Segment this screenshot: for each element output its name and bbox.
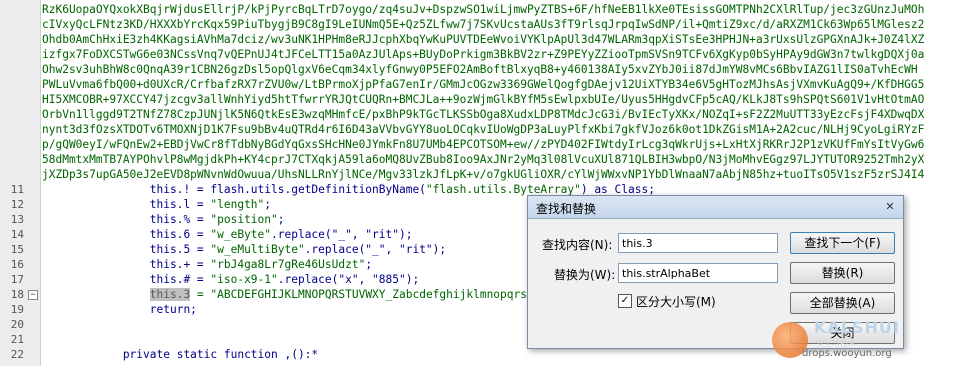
code-text: PWLuVvma6fbQ00+d0UXcR/CrfbafzRX7rZVU0w/L…: [42, 78, 925, 91]
code-text: return;: [42, 302, 197, 317]
dialog-titlebar[interactable]: 查找和替换 ✕: [528, 196, 903, 219]
replace-all-button[interactable]: 全部替换(A): [790, 292, 895, 314]
code-text: HI5XMCOBR+97XCCY47jzcgv3allWnhYiyd5htTfw…: [42, 93, 925, 106]
code-line: OrbVn1llggd9T2TNfZ78CzpJUNjlK5N6QtkEsE3w…: [0, 107, 962, 122]
code-text: this.l = "length";: [42, 197, 271, 212]
code-segment: this.+ =: [42, 258, 211, 271]
code-text: Ohw2sv3uhBhW8c0QnqA39r1CBN26gzDsl5opQlgx…: [42, 63, 918, 76]
find-input[interactable]: this.3: [618, 233, 778, 253]
string-literal: = "ABCDEFGHIJKLMNOPQRSTUVWXY_Zabcdefghij…: [190, 288, 534, 301]
code-text: cIVxyQcLFNtz3KD/HXXXbYrcKqx59PiuTbygjB9C…: [42, 18, 925, 31]
code-text: p/gQW0eyI/wFQnEw2+EBDjVwCr8fTdbNyBGdYqGx…: [42, 138, 925, 151]
code-text: 58dMmtxMmTB7AYPOhvlP8wMgjdkPh+KY4cprJ7CT…: [42, 153, 925, 166]
code-line: nynt3d3fOzsXTDOTv6TMOXNjD1K7Fsu9bBv4uQTR…: [0, 122, 962, 137]
code-segment: this.l =: [42, 198, 211, 211]
code-line: izfgx7FoDXCSTwG6e03NCssVnq7vQEPnUJ4tJFCe…: [0, 47, 962, 62]
line-number: 11: [10, 183, 24, 196]
code-text: private static function ,():*: [42, 347, 318, 362]
string-literal: "w_eByte": [210, 228, 272, 241]
code-text: izfgx7FoDXCSTwG6e03NCssVnq7vQEPnUJ4tJFCe…: [42, 48, 925, 61]
string-literal: "length": [210, 198, 265, 211]
replace-input[interactable]: this.strAlphaBet: [618, 263, 778, 283]
code-segment: this.# =: [42, 273, 211, 286]
line-number: 20: [10, 318, 24, 331]
replace-label: 替换为(W):: [554, 268, 616, 282]
close-icon[interactable]: ✕: [882, 199, 898, 214]
code-segment: this.% =: [42, 213, 211, 226]
watermark-url: drops.wooyun.org: [802, 348, 892, 359]
code-text: Ohdb0AmChHxiE3zh4KKagsiAVhMa7dciz/wv3uNK…: [42, 33, 925, 46]
code-line: RzK6UopaOYQxokXBqjrWjdusEllrjP/kPjPyrcBq…: [0, 2, 962, 17]
watermark-brand: KALSHUI: [814, 318, 900, 337]
string-literal: "position": [210, 213, 278, 226]
string-literal: "w_eMultiByte": [210, 243, 305, 256]
string-literal: "rbJ4ga8Lr7gRe46UsUdzt": [210, 258, 366, 271]
line-number: 17: [10, 273, 24, 286]
fold-toggle-icon[interactable]: −: [28, 290, 38, 300]
code-text: this.6 = "w_eByte".replace("_", "rit");: [42, 227, 413, 242]
line-number: 12: [10, 198, 24, 211]
code-text: this.3 = "ABCDEFGHIJKLMNOPQRSTUVWXY_Zabc…: [42, 287, 534, 302]
find-label: 查找内容(N):: [542, 238, 613, 252]
code-segment: ;: [277, 213, 285, 226]
code-line: PWLuVvma6fbQ00+d0UXcR/CrfbafzRX7rZVU0w/L…: [0, 77, 962, 92]
replace-button[interactable]: 替换(R): [790, 262, 895, 284]
match-case-checkbox[interactable]: ✓: [618, 294, 632, 308]
code-text: this.+ = "rbJ4ga8Lr7gRe46UsUdzt";: [42, 257, 372, 272]
code-line: jXZDp3s7upGA50eJ2eEVD8pWNvnWdOwuua/UhsNL…: [0, 167, 962, 182]
selected-text: this.3: [149, 288, 191, 301]
code-segment: .replace("x", "885");: [277, 273, 420, 286]
string-literal: "iso-x9-1": [210, 273, 278, 286]
code-line: 58dMmtxMmTB7AYPOhvlP8wMgjdkPh+KY4cprJ7CT…: [0, 152, 962, 167]
dialog-title: 查找和替换: [536, 202, 597, 216]
line-number: 14: [10, 228, 24, 241]
line-number: 19: [10, 303, 24, 316]
line-number: 22: [10, 348, 24, 361]
code-text: jXZDp3s7upGA50eJ2eEVD8pWNvnWdOwuua/UhsNL…: [42, 168, 925, 181]
code-segment: return;: [42, 303, 197, 316]
code-text: this.5 = "w_eMultiByte".replace("_", "ri…: [42, 242, 446, 257]
find-next-button[interactable]: 查找下一个(F): [790, 232, 895, 254]
code-text: this.# = "iso-x9-1".replace("x", "885");: [42, 272, 419, 287]
code-segment: this.! = flash.utils.getDefinitionByName…: [42, 183, 426, 196]
code-segment: .replace("_", "rit");: [304, 243, 447, 256]
match-case-label: 区分大小写(M): [636, 295, 716, 309]
code-segment: this.5 =: [42, 243, 211, 256]
code-text: RzK6UopaOYQxokXBqjrWjdusEllrjP/kPjPyrcBq…: [42, 3, 925, 16]
line-number: 18: [10, 288, 24, 301]
code-text: this.% = "position";: [42, 212, 285, 227]
code-text: nynt3d3fOzsXTDOTv6TMOXNjD1K7Fsu9bBv4uQTR…: [42, 123, 925, 136]
code-segment: private static function ,():*: [42, 348, 319, 361]
code-segment: ;: [365, 258, 373, 271]
code-line: HI5XMCOBR+97XCCY47jzcgv3allWnhYiyd5htTfw…: [0, 92, 962, 107]
line-number: 21: [10, 333, 24, 346]
code-segment: ;: [264, 198, 272, 211]
code-line: Ohw2sv3uhBhW8c0QnqA39r1CBN26gzDsl5opQlgx…: [0, 62, 962, 77]
line-number: 15: [10, 243, 24, 256]
code-line: Ohdb0AmChHxiE3zh4KKagsiAVhMa7dciz/wv3uNK…: [0, 32, 962, 47]
watermark: KALSHUI 安全与技术 drops.wooyun.org: [772, 312, 952, 362]
code-segment: .replace("_", "rit");: [271, 228, 413, 241]
code-segment: this.6 =: [42, 228, 211, 241]
code-line: cIVxyQcLFNtz3KD/HXXXbYrcKqx59PiuTbygjB9C…: [0, 17, 962, 32]
code-line: p/gQW0eyI/wFQnEw2+EBDjVwCr8fTdbNyBGdYqGx…: [0, 137, 962, 152]
line-number: 16: [10, 258, 24, 271]
line-number: 13: [10, 213, 24, 226]
code-text: OrbVn1llggd9T2TNfZ78CzpJUNjlK5N6QtkEsE3w…: [42, 108, 925, 121]
